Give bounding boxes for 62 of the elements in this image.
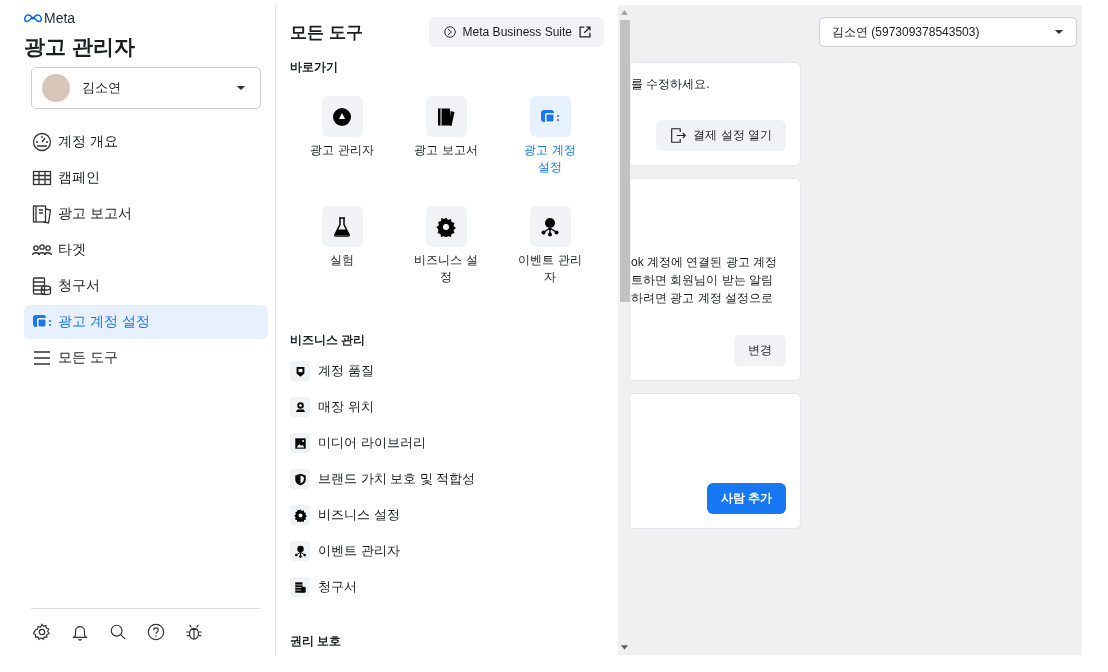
nav-item[interactable]: 모든 도구 <box>24 341 268 375</box>
nav-item[interactable]: 타겟 <box>24 233 268 267</box>
settings-icon[interactable] <box>33 623 51 641</box>
text-line: 를 수정하세요. <box>631 76 711 93</box>
bell-icon[interactable] <box>71 623 89 641</box>
tool-list-item[interactable]: 청구서 <box>290 575 604 599</box>
gear-icon <box>436 216 456 237</box>
section-heading: 바로가기 <box>290 59 339 76</box>
shortcut-tile[interactable]: 광고 보고서 <box>394 96 498 188</box>
nav-item[interactable]: 계정 개요 <box>24 125 268 159</box>
shortcut-tile[interactable]: 실험 <box>290 206 394 298</box>
business-suite-button[interactable]: Meta Business Suite <box>428 17 604 47</box>
scroll-down-icon[interactable] <box>621 645 628 650</box>
coin-stack-icon <box>293 580 307 594</box>
account-name: 김소연 <box>82 79 122 97</box>
text-line: 하려면 광고 계정 설정으로 <box>631 290 774 307</box>
bug-icon[interactable] <box>185 623 203 641</box>
tool-list-item[interactable]: 비즈니스 설정 <box>290 503 604 527</box>
search-icon[interactable] <box>109 623 127 641</box>
tool-list-item[interactable]: 이벤트 관리자 <box>290 539 604 563</box>
account-dropdown[interactable]: 김소연 (597309378543503) <box>819 17 1077 47</box>
nav-item[interactable]: 캠페인 <box>24 161 268 195</box>
coin-stack-icon <box>32 276 52 296</box>
meta-logo: Meta <box>24 10 76 26</box>
shield-icon <box>293 472 307 486</box>
section-heading: 권리 보호 <box>290 633 343 650</box>
shortcut-tile[interactable]: 비즈니스 설정 <box>394 206 498 298</box>
panel-title: 모든 도구 <box>290 21 363 44</box>
card-button[interactable]: 사람 추가 <box>706 483 786 514</box>
document-stack-icon <box>436 106 456 127</box>
card-button[interactable]: 결제 설정 열기 <box>656 120 786 151</box>
external-link-icon <box>578 25 592 39</box>
menu-icon <box>32 348 52 368</box>
image-icon <box>293 436 307 450</box>
avatar-placeholder <box>42 74 70 102</box>
document-stack-icon <box>32 204 52 224</box>
scrollbar[interactable] <box>618 5 631 655</box>
gear-icon <box>293 508 307 522</box>
network-nodes-icon <box>540 216 560 237</box>
tool-list-item[interactable]: 브랜드 가치 보호 및 적합성 <box>290 467 604 491</box>
tool-list-item[interactable]: 미디어 라이브러리 <box>290 431 604 455</box>
shortcut-tile[interactable]: 이벤트 관리자 <box>498 206 602 298</box>
card-button[interactable]: 변경 <box>734 335 786 366</box>
section-heading: 비즈니스 관리 <box>290 332 367 349</box>
shortcut-tile[interactable]: 광고 관리자 <box>290 96 394 188</box>
nav-item[interactable]: 광고 보고서 <box>24 197 268 231</box>
text-line: ok 계정에 연결된 광고 계정 <box>631 254 778 271</box>
gauge-icon <box>32 132 52 152</box>
table-icon <box>32 168 52 188</box>
network-nodes-icon <box>293 544 307 558</box>
account-selector[interactable]: 김소연 <box>31 67 261 109</box>
nav-item[interactable]: 청구서 <box>24 269 268 303</box>
text-line: 트하면 회원님이 받는 알림 <box>631 272 774 289</box>
nav-item[interactable]: 광고 계정 설정 <box>24 305 268 339</box>
tool-list-item[interactable]: 매장 위치 <box>290 395 604 419</box>
exit-door-icon <box>670 127 688 144</box>
help-icon[interactable] <box>147 623 165 641</box>
tool-list-item[interactable]: 계정 품질 <box>290 359 604 383</box>
flask-icon <box>332 216 352 237</box>
location-pin-icon <box>293 400 307 414</box>
shortcut-tile[interactable]: 광고 계정 설정 <box>498 96 602 188</box>
app-title: 광고 관리자 <box>24 34 136 60</box>
